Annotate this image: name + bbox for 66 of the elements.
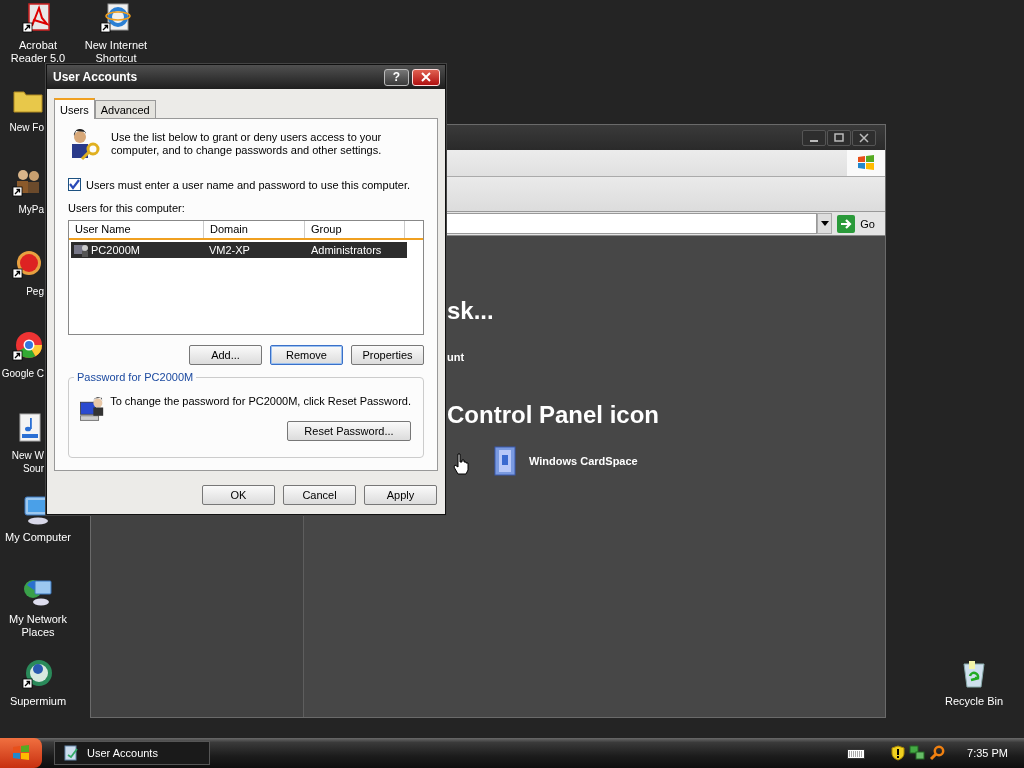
table-cell-text: VM2-XP bbox=[208, 244, 251, 256]
desktop-icon-label: New W Sour bbox=[10, 449, 44, 475]
instruction-text: To change the password for PC2000M, click Reset Password. bbox=[110, 395, 411, 407]
magnifier-icon[interactable] bbox=[929, 745, 946, 761]
shield-icon[interactable] bbox=[891, 745, 906, 761]
user-computer-icon bbox=[73, 242, 89, 258]
control-panel-item[interactable]: Windows CardSpace bbox=[529, 455, 638, 467]
dialog-button[interactable]: OK bbox=[202, 485, 275, 505]
list-label: Users for this computer: bbox=[68, 202, 186, 214]
start-button[interactable] bbox=[0, 738, 42, 768]
checkbox[interactable] bbox=[68, 178, 81, 191]
color-wheel-icon[interactable] bbox=[12, 330, 44, 362]
desktop-icon-label: New Fo bbox=[8, 121, 44, 134]
taskbar-button[interactable]: User Accounts bbox=[54, 741, 210, 765]
desktop-icon-label: Google C bbox=[0, 367, 44, 380]
help-button[interactable]: ? bbox=[384, 68, 409, 86]
go-button[interactable]: Go bbox=[837, 214, 881, 233]
minimize-button[interactable] bbox=[802, 129, 826, 146]
group-title: Password for PC2000M bbox=[74, 371, 197, 383]
globe-ring-icon[interactable] bbox=[22, 658, 54, 690]
desktop-icon-label: My Computer bbox=[4, 531, 72, 544]
dialog-button[interactable]: Cancel bbox=[283, 485, 356, 505]
close-button[interactable] bbox=[852, 129, 876, 146]
table-cell-text: PC2000M bbox=[90, 244, 141, 256]
desktop-icon-label: Supermium bbox=[8, 695, 68, 708]
globe-page-icon[interactable] bbox=[100, 2, 132, 34]
column-header[interactable]: Domain bbox=[204, 221, 305, 238]
desktop-icon-label: Peg bbox=[25, 285, 44, 298]
desktop-icon-label: New Internet Shortcut bbox=[83, 39, 149, 65]
column-header[interactable]: User Name bbox=[69, 221, 204, 238]
minimize-icon bbox=[810, 139, 818, 142]
task-link[interactable]: unt bbox=[447, 351, 465, 363]
keyboard-icon[interactable] bbox=[847, 747, 866, 759]
caret-icon bbox=[820, 221, 829, 226]
column-header[interactable]: Group bbox=[305, 221, 405, 238]
close-icon bbox=[859, 132, 869, 143]
heading: Control Panel icon bbox=[447, 400, 659, 430]
list-action-button[interactable]: Properties bbox=[351, 345, 424, 365]
table-cell-text: Administrators bbox=[310, 244, 383, 256]
tab[interactable]: Users bbox=[54, 98, 95, 119]
tab[interactable]: Advanced bbox=[94, 100, 156, 118]
list-row[interactable]: PC2000M VM2-XP Administrators bbox=[71, 242, 407, 258]
heading: sk... bbox=[447, 296, 494, 326]
window-title: User Accounts bbox=[53, 70, 139, 84]
network-icon[interactable] bbox=[909, 745, 926, 761]
desktop-icon-label: My Network Places bbox=[7, 613, 69, 639]
card-folder-icon[interactable] bbox=[493, 445, 519, 477]
checkbox-label[interactable]: Users must enter a user name and password to use this computer. bbox=[86, 178, 411, 191]
user-accounts-icon bbox=[63, 745, 79, 761]
description-text: Use the list below to grant or deny users access to your computer, and to change passwords and other settings. bbox=[111, 131, 383, 157]
list-action-button[interactable]: Remove bbox=[270, 345, 343, 365]
desktop-icon-label: MyPa bbox=[17, 203, 44, 216]
dialog-button[interactable]: Apply bbox=[364, 485, 437, 505]
ball-icon[interactable] bbox=[12, 248, 44, 280]
windows-flag-icon bbox=[856, 153, 876, 173]
desktop-icon-label: Acrobat Reader 5.0 bbox=[9, 39, 67, 65]
dropdown-button[interactable] bbox=[817, 213, 833, 234]
maximize-icon bbox=[834, 132, 844, 143]
hand-cursor-icon bbox=[453, 453, 469, 475]
desktop-icon-label: Recycle Bin bbox=[943, 695, 1005, 708]
clock: 7:35 PM bbox=[967, 747, 1008, 759]
close-icon bbox=[421, 72, 431, 82]
windows-flag-icon bbox=[11, 744, 31, 762]
list-action-button[interactable]: Add... bbox=[189, 345, 262, 365]
maximize-button[interactable] bbox=[827, 129, 851, 146]
reset-password-button[interactable]: Reset Password... bbox=[287, 421, 411, 441]
